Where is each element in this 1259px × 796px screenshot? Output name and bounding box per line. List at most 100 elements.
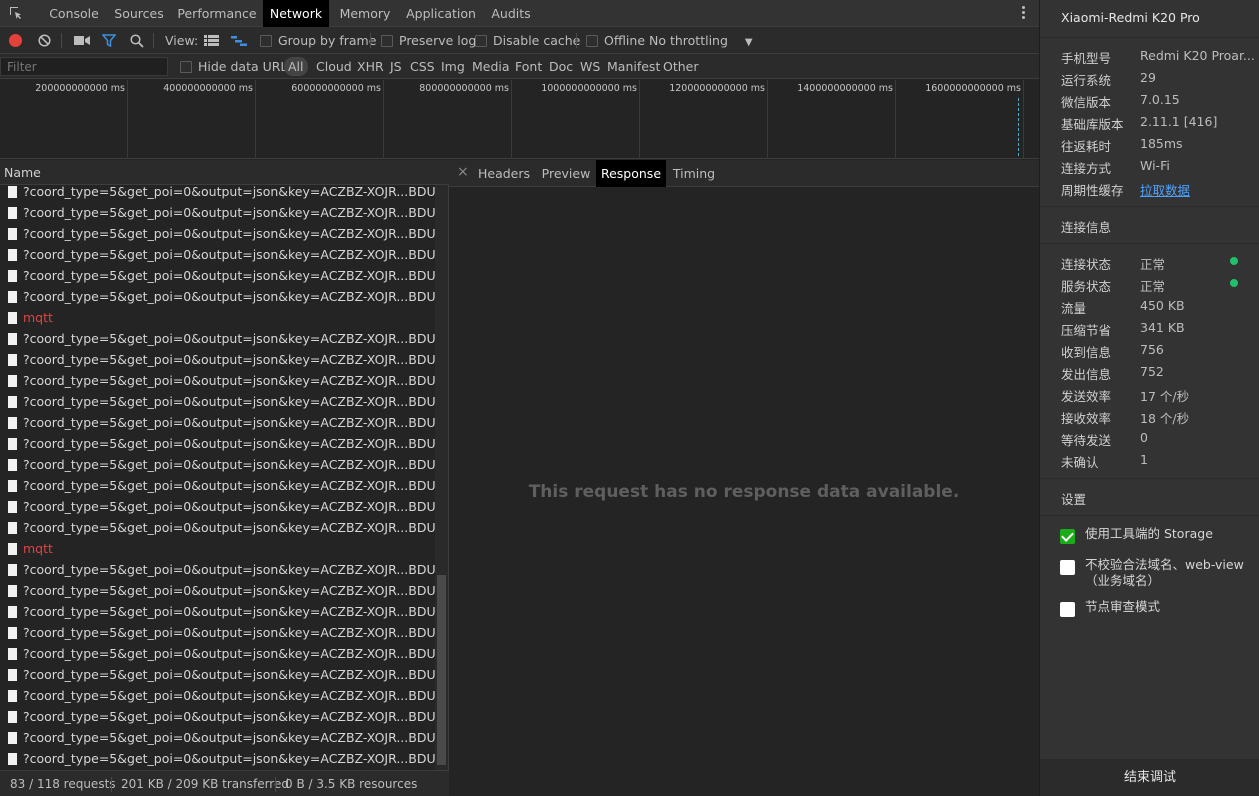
request-name: ?coord_type=5&get_poi=0&output=json&key=… — [23, 247, 435, 262]
request-row[interactable]: ?coord_type=5&get_poi=0&output=json&key=… — [0, 454, 435, 475]
setting-checkbox[interactable] — [1060, 602, 1075, 617]
request-count: 83 / 118 requests — [10, 777, 116, 791]
tab-sources[interactable]: Sources — [108, 0, 170, 27]
tab-application[interactable]: Application — [402, 0, 480, 27]
fetch-data-link[interactable]: 拉取数据 — [1140, 180, 1255, 199]
request-row[interactable]: ?coord_type=5&get_poi=0&output=json&key=… — [0, 727, 435, 748]
request-row[interactable]: ?coord_type=5&get_poi=0&output=json&key=… — [0, 286, 435, 307]
file-icon — [8, 207, 17, 219]
filter-type-doc[interactable]: Doc — [549, 54, 573, 79]
setting-checkbox[interactable] — [1060, 560, 1075, 575]
file-icon — [8, 186, 17, 198]
request-row[interactable]: ?coord_type=5&get_poi=0&output=json&key=… — [0, 664, 435, 685]
request-row[interactable]: mqtt — [0, 538, 435, 559]
tab-timing[interactable]: Timing — [667, 160, 721, 187]
request-row[interactable]: ?coord_type=5&get_poi=0&output=json&key=… — [0, 349, 435, 370]
request-name: ?coord_type=5&get_poi=0&output=json&key=… — [23, 499, 435, 514]
scrollbar-thumb[interactable] — [437, 575, 446, 765]
request-row[interactable]: ?coord_type=5&get_poi=0&output=json&key=… — [0, 559, 435, 580]
filter-type-img[interactable]: Img — [441, 54, 465, 79]
tab-preview[interactable]: Preview — [537, 160, 595, 187]
waterfall-icon[interactable] — [231, 36, 247, 46]
more-menu-icon[interactable] — [1016, 5, 1030, 21]
filter-input[interactable] — [0, 57, 168, 76]
filter-type-font[interactable]: Font — [515, 54, 542, 79]
request-row[interactable]: mqtt — [0, 307, 435, 328]
filter-type-other[interactable]: Other — [663, 54, 699, 79]
request-row[interactable]: ?coord_type=5&get_poi=0&output=json&key=… — [0, 265, 435, 286]
throttling-select[interactable]: No throttling ▼ — [649, 27, 753, 54]
offline-checkbox[interactable]: Offline — [586, 27, 645, 54]
group-by-frame-checkbox[interactable]: Group by frame — [260, 27, 376, 54]
timeline-gridline — [255, 80, 256, 159]
filter-type-manifest[interactable]: Manifest — [607, 54, 660, 79]
close-icon[interactable]: × — [457, 164, 469, 180]
clear-icon[interactable] — [38, 34, 51, 47]
request-row[interactable]: ?coord_type=5&get_poi=0&output=json&key=… — [0, 475, 435, 496]
request-row[interactable]: ?coord_type=5&get_poi=0&output=json&key=… — [0, 748, 435, 769]
checkbox-box[interactable] — [475, 35, 487, 47]
inspect-element-icon[interactable] — [9, 6, 23, 20]
request-row[interactable]: ?coord_type=5&get_poi=0&output=json&key=… — [0, 496, 435, 517]
timeline-tick-label: 200000000000 ms — [35, 83, 125, 94]
tab-memory[interactable]: Memory — [330, 0, 400, 27]
request-row[interactable]: ?coord_type=5&get_poi=0&output=json&key=… — [0, 517, 435, 538]
request-row[interactable]: ?coord_type=5&get_poi=0&output=json&key=… — [0, 223, 435, 244]
request-row[interactable]: ?coord_type=5&get_poi=0&output=json&key=… — [0, 202, 435, 223]
tab-response[interactable]: Response — [596, 160, 666, 187]
file-icon — [8, 543, 17, 555]
tab-performance[interactable]: Performance — [172, 0, 262, 27]
offline-label: Offline — [604, 33, 646, 48]
panel-divider — [1040, 478, 1259, 479]
disable-cache-checkbox[interactable]: Disable cache — [475, 27, 580, 54]
tab-headers[interactable]: Headers — [475, 160, 533, 187]
filter-icon[interactable] — [102, 34, 116, 47]
search-icon[interactable] — [130, 34, 144, 48]
checkbox-box[interactable] — [180, 61, 192, 73]
request-row[interactable]: ?coord_type=5&get_poi=0&output=json&key=… — [0, 391, 435, 412]
file-icon — [8, 417, 17, 429]
file-icon — [8, 648, 17, 660]
checkbox-box[interactable] — [381, 35, 393, 47]
checkbox-box[interactable] — [260, 35, 272, 47]
settings-heading: 设置 — [1061, 492, 1087, 507]
request-row[interactable]: ?coord_type=5&get_poi=0&output=json&key=… — [0, 244, 435, 265]
tab-network[interactable]: Network — [263, 0, 329, 27]
request-name: mqtt — [23, 310, 53, 325]
request-row[interactable]: ?coord_type=5&get_poi=0&output=json&key=… — [0, 685, 435, 706]
large-rows-icon[interactable] — [204, 35, 219, 46]
request-row[interactable]: ?coord_type=5&get_poi=0&output=json&key=… — [0, 601, 435, 622]
record-button[interactable] — [9, 34, 22, 47]
filter-type-ws[interactable]: WS — [580, 54, 600, 79]
preserve-log-checkbox[interactable]: Preserve log — [381, 27, 476, 54]
request-row[interactable]: ?coord_type=5&get_poi=0&output=json&key=… — [0, 643, 435, 664]
request-row[interactable]: ?coord_type=5&get_poi=0&output=json&key=… — [0, 706, 435, 727]
end-debug-button[interactable]: 结束调试 — [1040, 759, 1259, 796]
screenshot-camera-icon[interactable] — [74, 35, 90, 46]
filter-type-all[interactable]: All — [284, 57, 308, 76]
request-name: ?coord_type=5&get_poi=0&output=json&key=… — [23, 646, 435, 661]
request-row[interactable]: ?coord_type=5&get_poi=0&output=json&key=… — [0, 580, 435, 601]
connection-info-value: 450 KB — [1140, 298, 1185, 313]
filter-type-cloud[interactable]: Cloud — [316, 54, 352, 79]
request-row[interactable]: ?coord_type=5&get_poi=0&output=json&key=… — [0, 185, 435, 202]
network-overview-timeline[interactable]: 200000000000 ms 400000000000 ms 60000000… — [0, 80, 1039, 159]
request-row[interactable]: ?coord_type=5&get_poi=0&output=json&key=… — [0, 328, 435, 349]
file-icon — [8, 753, 17, 765]
filter-type-js[interactable]: JS — [390, 54, 402, 79]
request-row[interactable]: ?coord_type=5&get_poi=0&output=json&key=… — [0, 433, 435, 454]
setting-checkbox[interactable] — [1060, 529, 1075, 544]
checkbox-box[interactable] — [586, 35, 598, 47]
request-row[interactable]: ?coord_type=5&get_poi=0&output=json&key=… — [0, 370, 435, 391]
filter-type-media[interactable]: Media — [472, 54, 510, 79]
name-column-header[interactable]: Name — [0, 160, 449, 185]
filter-type-css[interactable]: CSS — [410, 54, 435, 79]
no-response-message: This request has no response data availa… — [528, 482, 960, 502]
connection-info-value: 756 — [1140, 342, 1164, 357]
request-row[interactable]: ?coord_type=5&get_poi=0&output=json&key=… — [0, 622, 435, 643]
tab-console[interactable]: Console — [40, 0, 108, 27]
tab-audits[interactable]: Audits — [482, 0, 540, 27]
hide-data-urls-checkbox[interactable]: Hide data URLs — [180, 54, 294, 79]
filter-type-xhr[interactable]: XHR — [357, 54, 384, 79]
request-row[interactable]: ?coord_type=5&get_poi=0&output=json&key=… — [0, 412, 435, 433]
